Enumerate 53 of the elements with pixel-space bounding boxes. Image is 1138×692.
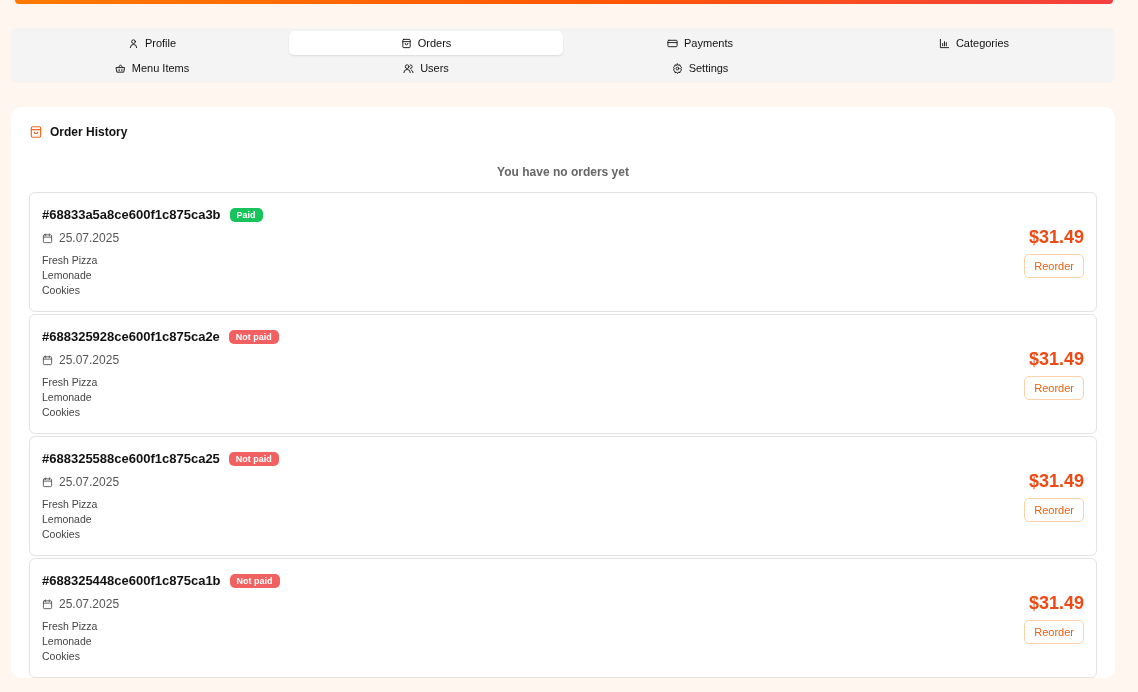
reorder-button[interactable]: Reorder [1024, 375, 1084, 400]
order-id: #68833a5a8ce600f1c875ca3b [42, 207, 221, 222]
order-id: #688325928ce600f1c875ca2e [42, 329, 220, 344]
order-item: Lemonade [42, 634, 93, 649]
order-item: Fresh Pizza [42, 619, 99, 634]
empty-message: You have no orders yet [496, 165, 630, 179]
order-total: $31.49 [1028, 348, 1084, 370]
order-total: $31.49 [1028, 226, 1084, 248]
order-item: Fresh Pizza [42, 375, 99, 390]
reorder-button[interactable]: Reorder [1024, 253, 1084, 278]
order-date: 25.07.2025 [59, 597, 120, 611]
reorder-button[interactable]: Reorder [1024, 497, 1084, 522]
order-item: Lemonade [42, 390, 93, 405]
user-icon [127, 37, 139, 49]
calendar-icon [42, 476, 53, 488]
order-total: $31.49 [1028, 470, 1084, 492]
status-badge: Not paid [228, 329, 279, 344]
shopping-bag-icon [29, 125, 43, 139]
shopping-bag-icon [400, 37, 412, 49]
tab[interactable]: Profile [15, 31, 289, 55]
order-item: Fresh Pizza [42, 497, 99, 512]
tab[interactable]: Settings [563, 56, 837, 80]
order-total: $31.49 [1028, 592, 1084, 614]
calendar-icon [42, 354, 53, 366]
status-badge: Paid [229, 207, 263, 222]
basket-icon [114, 62, 126, 74]
status-badge: Not paid [229, 573, 280, 588]
order-date: 25.07.2025 [59, 353, 120, 367]
reorder-button[interactable]: Reorder [1024, 619, 1084, 644]
calendar-icon [42, 598, 53, 610]
order-item: Lemonade [42, 512, 93, 527]
order-item: Fresh Pizza [42, 253, 99, 268]
order-item: Cookies [42, 405, 81, 420]
order-item: Cookies [42, 527, 81, 542]
order-item: Cookies [42, 649, 81, 664]
order-id: #688325448ce600f1c875ca1b [42, 573, 221, 588]
tab[interactable]: Users [289, 56, 563, 80]
section-title: Order History [50, 125, 128, 139]
order-id: #688325588ce600f1c875ca25 [42, 451, 220, 466]
calendar-icon [42, 232, 53, 244]
bar-chart-icon [938, 37, 950, 49]
users-icon [403, 62, 415, 74]
credit-card-icon [667, 37, 679, 49]
order-date: 25.07.2025 [59, 231, 120, 245]
tab[interactable]: Orders [289, 31, 563, 55]
tab[interactable]: Menu Items [15, 56, 289, 80]
tab[interactable]: Payments [563, 31, 837, 55]
settings-icon [671, 62, 683, 74]
order-item: Lemonade [42, 268, 93, 283]
status-badge: Not paid [228, 451, 279, 466]
order-item: Cookies [42, 283, 81, 298]
order-date: 25.07.2025 [59, 475, 120, 489]
tab[interactable]: Categories [837, 31, 1111, 55]
